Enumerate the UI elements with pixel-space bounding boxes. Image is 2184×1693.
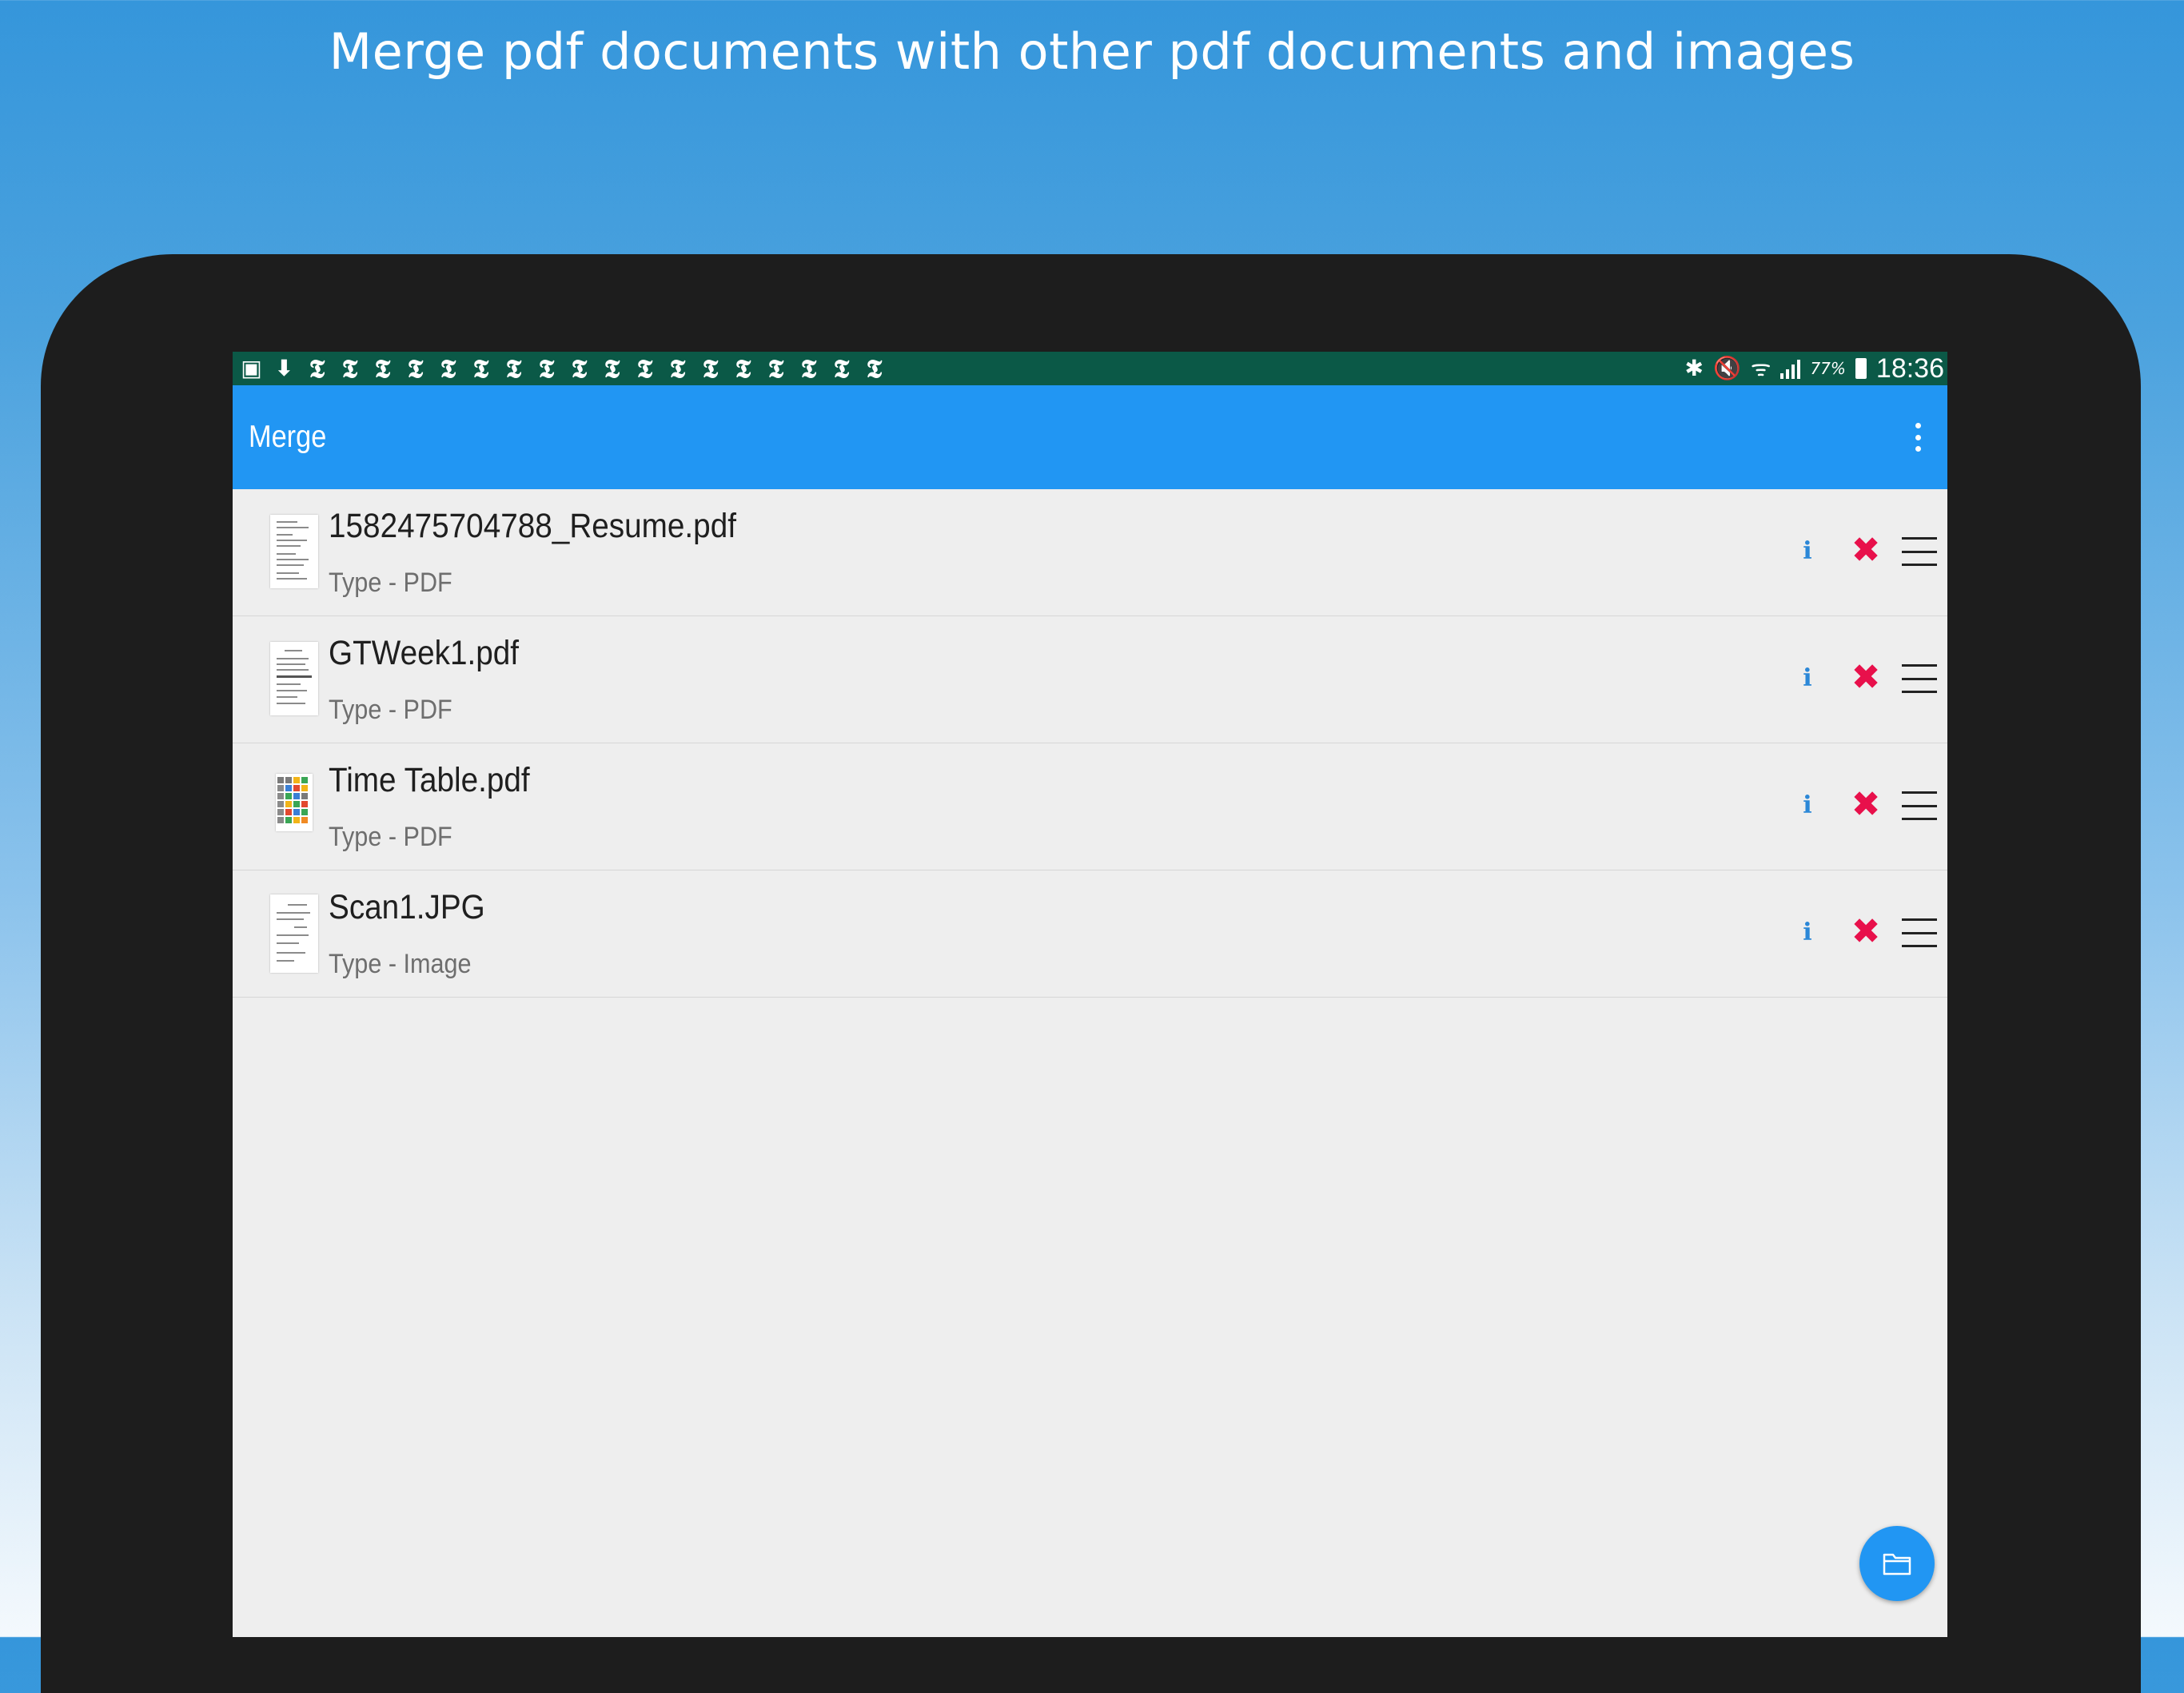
- nyt-icon: 𝕿: [767, 353, 784, 384]
- drag-handle-icon[interactable]: [1902, 664, 1937, 693]
- status-bar: ▣ ⬇ 𝕿 𝕿 𝕿 𝕿 𝕿 𝕿 𝕿 𝕿 𝕿 𝕿 𝕿 𝕿 𝕿 𝕿 𝕿 𝕿 𝕿 𝕿 …: [233, 352, 1947, 385]
- nyt-icon: 𝕿: [472, 353, 489, 384]
- nyt-icon: 𝕿: [309, 353, 325, 384]
- nyt-icon: 𝕿: [636, 353, 653, 384]
- nyt-icon: 𝕿: [341, 353, 358, 384]
- remove-icon[interactable]: ✖: [1847, 658, 1884, 698]
- remove-icon[interactable]: ✖: [1847, 531, 1884, 571]
- battery-icon: [1855, 358, 1867, 379]
- timetable-thumbnail: [276, 774, 313, 831]
- document-thumbnail: [270, 642, 318, 715]
- app-screen: ▣ ⬇ 𝕿 𝕿 𝕿 𝕿 𝕿 𝕿 𝕿 𝕿 𝕿 𝕿 𝕿 𝕿 𝕿 𝕿 𝕿 𝕿 𝕿 𝕿 …: [233, 352, 1947, 1637]
- nyt-icon: 𝕿: [374, 353, 391, 384]
- bluetooth-icon: ✱: [1684, 355, 1704, 381]
- list-item[interactable]: GTWeek1.pdf Type - PDF i ✖: [233, 616, 1947, 743]
- file-name: Time Table.pdf: [329, 761, 530, 799]
- banner-headline: Merge pdf documents with other pdf docum…: [329, 22, 1855, 81]
- info-icon[interactable]: i: [1795, 788, 1819, 823]
- folder-icon: [1883, 1553, 1911, 1575]
- file-type: Type - Image: [329, 949, 472, 979]
- gallery-icon: ▣: [241, 355, 262, 381]
- file-name: GTWeek1.pdf: [329, 634, 520, 672]
- download-icon: ⬇: [274, 355, 294, 381]
- file-name: Scan1.JPG: [329, 888, 485, 926]
- drag-handle-icon[interactable]: [1902, 791, 1937, 820]
- battery-percent: 77%: [1810, 359, 1846, 378]
- notification-icons: ▣ ⬇ 𝕿 𝕿 𝕿 𝕿 𝕿 𝕿 𝕿 𝕿 𝕿 𝕿 𝕿 𝕿 𝕿 𝕿 𝕿 𝕿 𝕿 𝕿: [239, 352, 887, 385]
- document-thumbnail: [270, 515, 318, 588]
- drag-handle-icon[interactable]: [1902, 537, 1937, 566]
- remove-icon[interactable]: ✖: [1847, 912, 1884, 952]
- nyt-icon: 𝕿: [669, 353, 686, 384]
- file-type: Type - PDF: [329, 568, 452, 598]
- info-icon[interactable]: i: [1795, 915, 1819, 950]
- remove-icon[interactable]: ✖: [1847, 785, 1884, 825]
- wifi-icon: ᯤ: [1750, 355, 1772, 381]
- info-icon[interactable]: i: [1795, 534, 1819, 569]
- add-file-button[interactable]: [1859, 1526, 1935, 1601]
- file-name: 1582475704788_Resume.pdf: [329, 507, 736, 545]
- nyt-icon: 𝕿: [702, 353, 719, 384]
- app-title: Merge: [249, 420, 327, 454]
- file-type: Type - PDF: [329, 822, 452, 852]
- nyt-icon: 𝕿: [604, 353, 620, 384]
- scan-thumbnail: [270, 894, 318, 973]
- list-item[interactable]: 1582475704788_Resume.pdf Type - PDF i ✖: [233, 489, 1947, 616]
- nyt-icon: 𝕿: [571, 353, 588, 384]
- system-status: ✱ 🔇 ᯤ 77% 18:36: [1685, 352, 1944, 385]
- drag-handle-icon[interactable]: [1902, 918, 1937, 947]
- nyt-icon: 𝕿: [735, 353, 751, 384]
- nyt-icon: 𝕿: [866, 353, 883, 384]
- info-icon[interactable]: i: [1795, 661, 1819, 696]
- nyt-icon: 𝕿: [800, 353, 817, 384]
- more-options-icon[interactable]: [1912, 423, 1923, 452]
- nyt-icon: 𝕿: [440, 353, 456, 384]
- mute-icon: 🔇: [1713, 355, 1741, 381]
- nyt-icon: 𝕿: [833, 353, 850, 384]
- app-bar: Merge: [233, 385, 1947, 489]
- nyt-icon: 𝕿: [505, 353, 522, 384]
- file-list: 1582475704788_Resume.pdf Type - PDF i ✖ …: [233, 489, 1947, 998]
- nyt-icon: 𝕿: [407, 353, 424, 384]
- list-item[interactable]: Time Table.pdf Type - PDF i ✖: [233, 743, 1947, 870]
- list-item[interactable]: Scan1.JPG Type - Image i ✖: [233, 870, 1947, 998]
- nyt-icon: 𝕿: [538, 353, 555, 384]
- file-type: Type - PDF: [329, 695, 452, 725]
- clock: 18:36: [1875, 353, 1944, 384]
- signal-icon: [1780, 358, 1801, 379]
